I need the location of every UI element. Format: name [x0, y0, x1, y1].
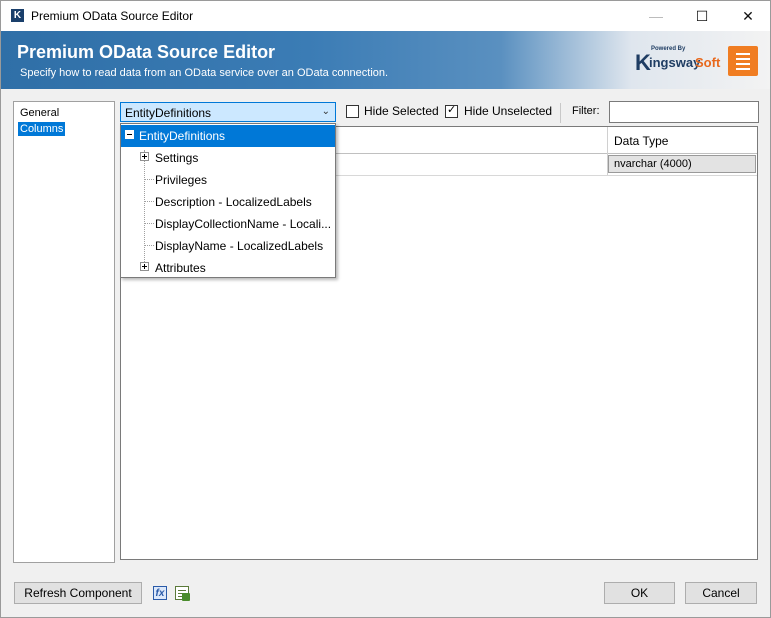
kingsway-app-icon: K — [11, 9, 24, 22]
cancel-button[interactable]: Cancel — [685, 582, 757, 604]
column-divider[interactable] — [607, 127, 608, 153]
filter-input[interactable] — [609, 101, 759, 123]
entity-combobox-value: EntityDefinitions — [125, 106, 212, 120]
tree-item-entitydefinitions[interactable]: EntityDefinitions — [121, 125, 335, 147]
left-nav: General Columns — [13, 101, 115, 563]
ok-button[interactable]: OK — [604, 582, 675, 604]
nav-item-general[interactable]: General — [18, 106, 61, 120]
tree-item-attributes[interactable]: Attributes — [121, 257, 335, 279]
entity-tree-dropdown: EntityDefinitions Settings Privileges De… — [120, 123, 336, 278]
tree-item-description[interactable]: Description - LocalizedLabels — [121, 191, 335, 213]
tree-item-label: DisplayName - LocalizedLabels — [155, 239, 324, 253]
tree-branch — [145, 223, 154, 224]
check-icon: ✓ — [447, 104, 457, 116]
minimize-button[interactable]: — — [633, 1, 679, 31]
expand-icon[interactable] — [140, 262, 149, 271]
filter-label: Filter: — [572, 105, 600, 117]
grid-settings-icon[interactable] — [175, 586, 190, 601]
tree-branch — [145, 245, 154, 246]
column-header-data-type[interactable]: Data Type — [614, 134, 668, 148]
kingswaysoft-logo: Powered By K ingsway Soft — [635, 46, 725, 76]
banner-subtitle: Specify how to read data from an OData s… — [20, 67, 389, 79]
tree-item-displayname[interactable]: DisplayName - LocalizedLabels — [121, 235, 335, 257]
collapse-icon[interactable] — [125, 130, 134, 139]
close-button[interactable]: ✕ — [725, 1, 771, 31]
tree-branch — [145, 179, 154, 180]
hide-unselected-label: Hide Unselected — [464, 104, 553, 118]
hide-selected-label: Hide Selected — [364, 104, 439, 118]
window-title: Premium OData Source Editor — [31, 9, 194, 23]
tree-item-label: EntityDefinitions — [139, 129, 226, 143]
hide-unselected-checkbox[interactable]: ✓ — [445, 104, 458, 118]
chevron-down-icon[interactable]: ⌄ — [322, 106, 330, 117]
nav-item-columns[interactable]: Columns — [18, 122, 66, 136]
fx-expression-icon[interactable]: fx — [153, 586, 167, 600]
logo-ingsway: ingsway — [649, 55, 701, 70]
entity-combobox[interactable]: EntityDefinitions ⌄ — [120, 102, 336, 122]
logo-powered-by: Powered By — [651, 46, 686, 52]
banner-title: Premium OData Source Editor — [17, 42, 276, 62]
hide-selected-checkbox[interactable] — [346, 105, 359, 118]
tree-item-displaycollectionname[interactable]: DisplayCollectionName - Locali... — [121, 213, 335, 235]
data-type-cell[interactable]: nvarchar (4000) — [608, 155, 756, 173]
tree-item-label: Attributes — [155, 261, 206, 275]
title-bar: K Premium OData Source Editor — ☐ ✕ — [1, 1, 770, 31]
tree-item-label: DisplayCollectionName - Locali... — [155, 217, 332, 231]
tree-branch — [145, 201, 154, 202]
data-type-value: nvarchar (4000) — [614, 158, 692, 170]
tree-item-privileges[interactable]: Privileges — [121, 169, 335, 191]
tree-item-label: Description - LocalizedLabels — [155, 195, 312, 209]
tree-item-label: Settings — [155, 151, 199, 165]
refresh-component-button[interactable]: Refresh Component — [14, 582, 142, 604]
editor-window: K Premium OData Source Editor — ☐ ✕ Prem… — [0, 0, 771, 618]
toolbar-divider — [560, 103, 561, 123]
header-banner: Premium OData Source Editor Specify how … — [1, 31, 770, 89]
logo-soft: Soft — [695, 55, 721, 70]
maximize-button[interactable]: ☐ — [679, 1, 725, 31]
document-list-icon — [728, 46, 758, 76]
expand-icon[interactable] — [140, 152, 149, 161]
tree-item-label: Privileges — [155, 173, 208, 187]
tree-item-settings[interactable]: Settings — [121, 147, 335, 169]
